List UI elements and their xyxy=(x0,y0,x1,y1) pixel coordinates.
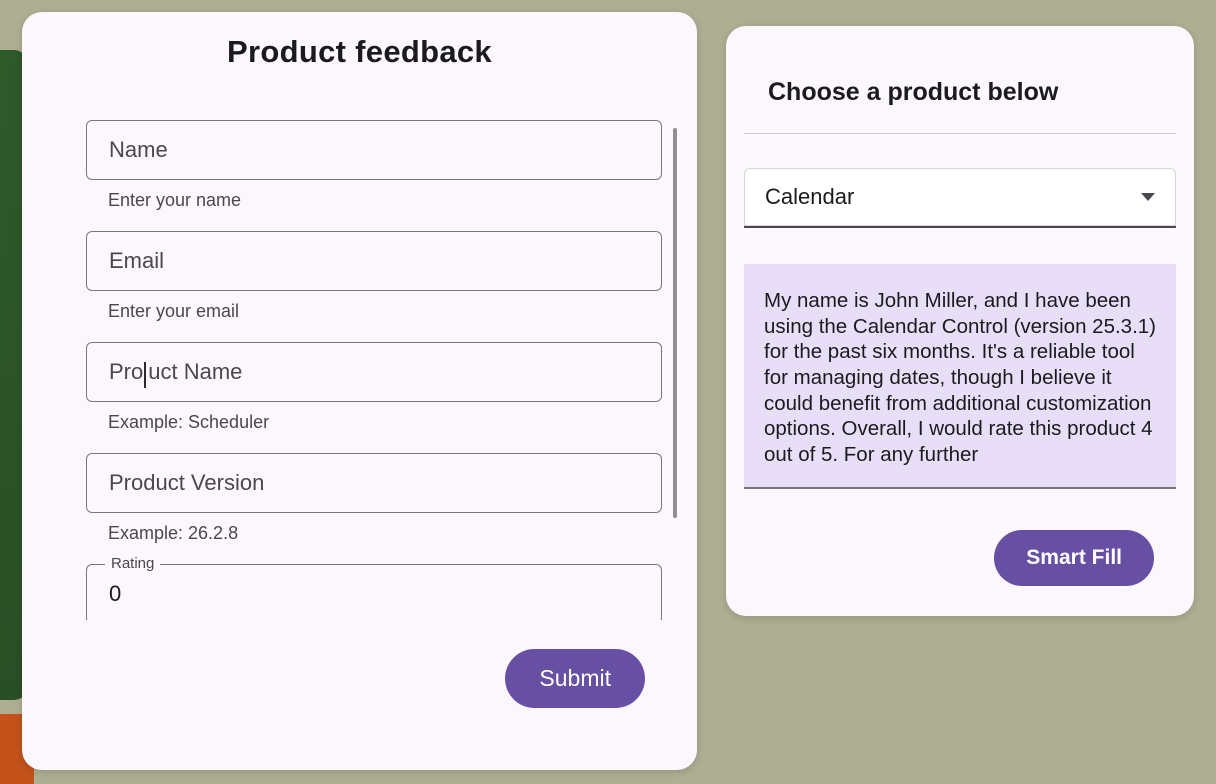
product-name-input[interactable]: Prouct Name xyxy=(86,342,662,402)
divider xyxy=(744,133,1176,134)
name-hint: Enter your name xyxy=(108,190,667,211)
field-name: Name Enter your name xyxy=(86,120,667,211)
name-input[interactable]: Name xyxy=(86,120,662,180)
text-cursor-icon xyxy=(144,362,147,388)
field-product-version: Product Version Example: 26.2.8 xyxy=(86,453,667,544)
smart-fill-button[interactable]: Smart Fill xyxy=(994,530,1154,586)
smart-fill-panel: Choose a product below Calendar My name … xyxy=(726,26,1194,616)
feedback-form-panel: Product feedback Name Enter your name Em… xyxy=(22,12,697,770)
field-email: Email Enter your email xyxy=(86,231,667,322)
page-title: Product feedback xyxy=(22,34,697,70)
choose-product-title: Choose a product below xyxy=(768,78,1194,107)
product-name-placeholder-part2: uct Name xyxy=(148,359,242,385)
rating-label: Rating xyxy=(105,555,160,572)
chevron-down-icon xyxy=(1141,193,1155,201)
product-name-hint: Example: Scheduler xyxy=(108,412,667,433)
scrollbar[interactable] xyxy=(673,128,677,518)
product-dropdown[interactable]: Calendar xyxy=(744,168,1176,226)
product-description-textarea[interactable]: My name is John Miller, and I have been … xyxy=(744,264,1176,488)
product-version-input[interactable]: Product Version xyxy=(86,453,662,513)
dropdown-selected-value: Calendar xyxy=(765,184,854,210)
field-rating: Rating 0 xyxy=(86,564,667,620)
product-version-hint: Example: 26.2.8 xyxy=(108,523,667,544)
email-input[interactable]: Email xyxy=(86,231,662,291)
email-hint: Enter your email xyxy=(108,301,667,322)
rating-input[interactable]: Rating 0 xyxy=(86,564,662,620)
form-scroll-area: Name Enter your name Email Enter your em… xyxy=(86,120,667,620)
submit-button[interactable]: Submit xyxy=(505,649,645,708)
field-product-name: Prouct Name Example: Scheduler xyxy=(86,342,667,433)
product-name-placeholder-part1: Pro xyxy=(109,359,143,385)
rating-value: 0 xyxy=(109,581,121,607)
